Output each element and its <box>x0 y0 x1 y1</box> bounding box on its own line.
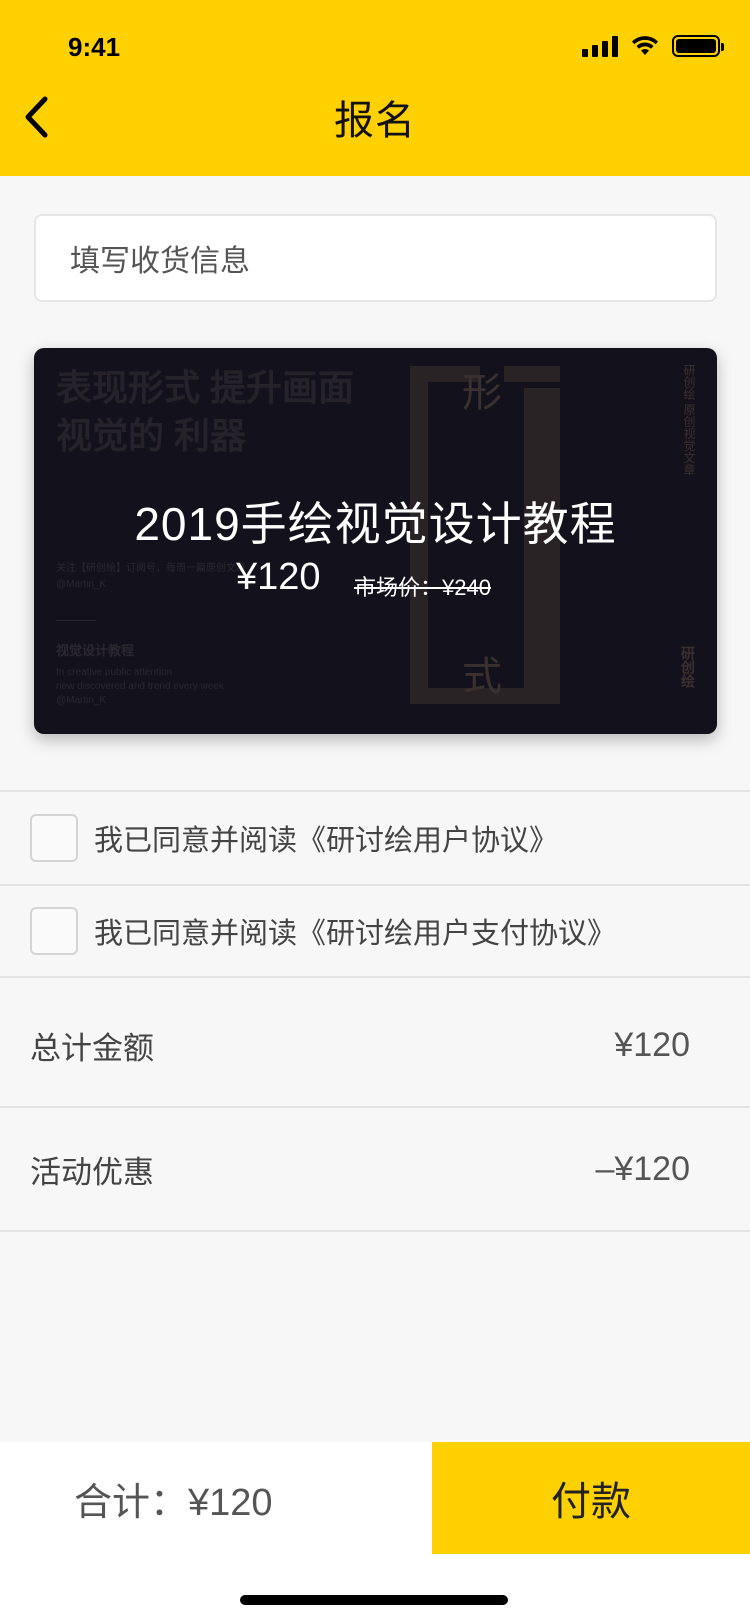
header: 9:41 报名 <box>0 0 750 176</box>
card-bg-glyph-bottom: 式 <box>462 654 502 700</box>
shipping-info-field[interactable]: 填写收货信息 <box>34 214 717 302</box>
card-bg-logo: 研创绘 <box>680 646 696 688</box>
total-amount-label: 总计金额 <box>30 1030 154 1066</box>
discount-label: 活动优惠 <box>30 1154 154 1190</box>
course-price: ¥120 <box>236 556 321 598</box>
agreement-list: 我已同意并阅读《研讨绘用户协议》 我已同意并阅读《研讨绘用户支付协议》 <box>0 790 750 978</box>
agreement-user-checkbox[interactable] <box>30 814 78 862</box>
card-bg-line-1: In creative public attention <box>56 667 173 678</box>
cellular-signal-icon <box>582 35 618 57</box>
total-amount-value: ¥120 <box>614 1025 690 1064</box>
home-indicator <box>240 1595 508 1605</box>
card-bg-line-2: new discovered and trend every week <box>56 681 224 692</box>
card-bg-bar-top-right <box>504 366 560 382</box>
course-title: 2019手绘视觉设计教程 <box>134 498 617 550</box>
card-bg-line-3: @Martin_K <box>56 695 107 706</box>
checkout-bar: 合计：¥120 付款 <box>0 1442 750 1554</box>
shipping-info-label: 填写收货信息 <box>70 245 250 278</box>
page-title: 报名 <box>334 99 416 143</box>
course-market-price: 市场价：¥240 <box>354 575 491 600</box>
safe-area <box>0 1554 750 1624</box>
checkout-total: 合计：¥120 <box>74 1481 273 1524</box>
status-time: 9:41 <box>68 32 121 62</box>
wifi-icon <box>632 36 658 55</box>
discount-row: 活动优惠 –¥120 <box>0 1108 750 1232</box>
agreement-user-label: 我已同意并阅读《研讨绘用户协议》 <box>94 825 559 857</box>
agreement-user[interactable]: 我已同意并阅读《研讨绘用户协议》 <box>0 790 750 884</box>
pay-button[interactable]: 付款 <box>432 1442 750 1554</box>
course-card: 表现形式 提升画面视觉的 利器 关注【研创绘】订阅号，每周一篇原创文章 @Mar… <box>34 348 717 734</box>
card-bg-divider <box>56 620 96 621</box>
card-bg-headline: 表现形式 提升画面视觉的 利器 <box>56 367 355 456</box>
total-amount-row: 总计金额 ¥120 <box>0 984 750 1108</box>
battery-icon <box>672 35 724 57</box>
card-bg-glyph-top: 形 <box>462 370 502 416</box>
card-bg-section-title: 视觉设计教程 <box>56 643 135 658</box>
agreement-payment-checkbox[interactable] <box>30 907 78 955</box>
status-icons <box>582 34 724 58</box>
discount-value: –¥120 <box>595 1149 690 1188</box>
card-bg-vertical-text: 研创绘 原创视觉文章 <box>682 364 696 476</box>
agreement-payment[interactable]: 我已同意并阅读《研讨绘用户支付协议》 <box>0 884 750 978</box>
price-summary: 总计金额 ¥120 活动优惠 –¥120 <box>0 984 750 1232</box>
card-bg-author: @Martin_K <box>56 579 107 590</box>
pay-button-label: 付款 <box>551 1480 631 1524</box>
agreement-payment-label: 我已同意并阅读《研讨绘用户支付协议》 <box>94 918 617 950</box>
